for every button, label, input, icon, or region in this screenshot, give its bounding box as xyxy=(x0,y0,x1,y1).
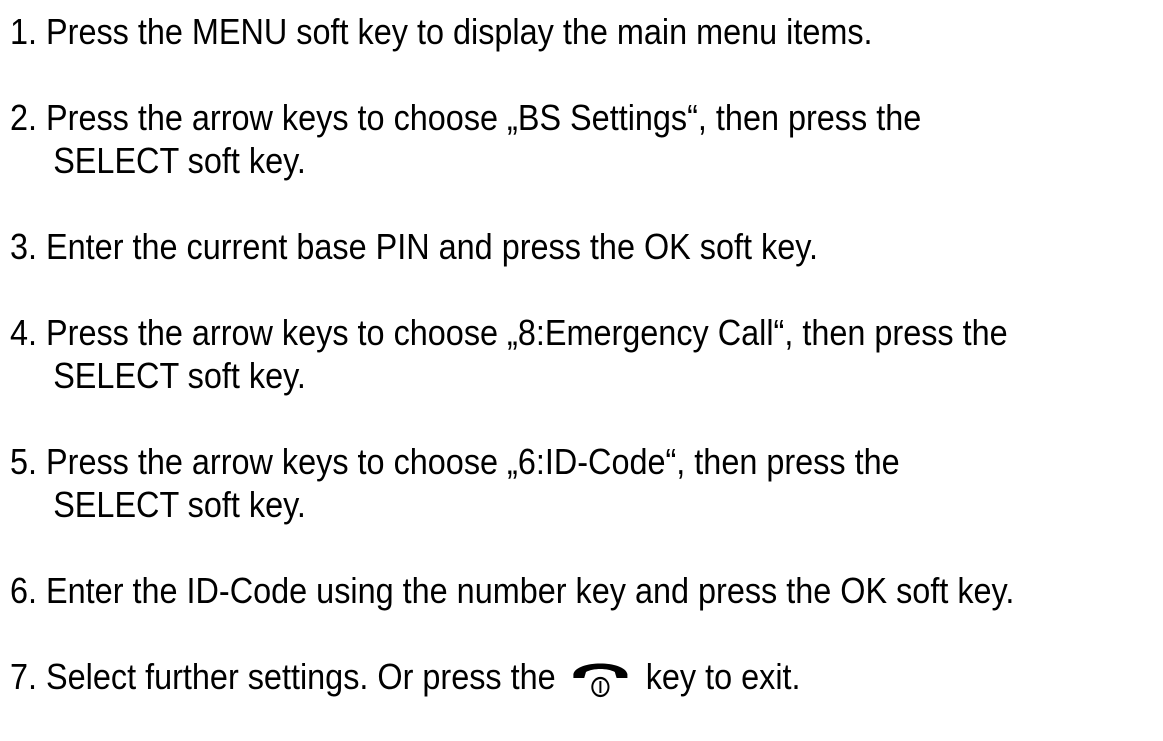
step-text: Enter the ID-Code using the number key a… xyxy=(46,570,1015,611)
step-2: 2. Press the arrow keys to choose „BS Se… xyxy=(10,96,1045,182)
step-6: 6. Enter the ID-Code using the number ke… xyxy=(10,569,1045,612)
step-text-continued: SELECT soft key. xyxy=(53,140,306,181)
step-number: 4. xyxy=(10,312,38,353)
step-7: 7. Select further settings. Or press the… xyxy=(10,655,1045,698)
step-number: 7. xyxy=(10,656,38,697)
step-number: 1. xyxy=(10,11,38,52)
step-5: 5. Press the arrow keys to choose „6:ID-… xyxy=(10,440,1045,526)
step-3: 3. Enter the current base PIN and press … xyxy=(10,225,1045,268)
instruction-steps: 1. Press the MENU soft key to display th… xyxy=(10,10,1045,741)
step-text: Enter the current base PIN and press the… xyxy=(46,226,819,267)
step-1: 1. Press the MENU soft key to display th… xyxy=(10,10,1045,53)
step-text: Press the arrow keys to choose „6:ID-Cod… xyxy=(46,441,900,482)
step-number: 5. xyxy=(10,441,38,482)
end-call-key-icon xyxy=(573,663,628,698)
step-number: 3. xyxy=(10,226,38,267)
step-4: 4. Press the arrow keys to choose „8:Eme… xyxy=(10,311,1045,397)
step-text: Select further settings. Or press the xyxy=(46,656,556,697)
step-text-continued: SELECT soft key. xyxy=(53,355,306,396)
step-number: 6. xyxy=(10,570,38,611)
step-text-end: key to exit. xyxy=(645,656,801,697)
step-text: Press the arrow keys to choose „BS Setti… xyxy=(46,97,922,138)
step-number: 2. xyxy=(10,97,38,138)
step-text: Press the MENU soft key to display the m… xyxy=(46,11,873,52)
step-text-continued: SELECT soft key. xyxy=(53,484,306,525)
step-text: Press the arrow keys to choose „8:Emerge… xyxy=(46,312,1008,353)
